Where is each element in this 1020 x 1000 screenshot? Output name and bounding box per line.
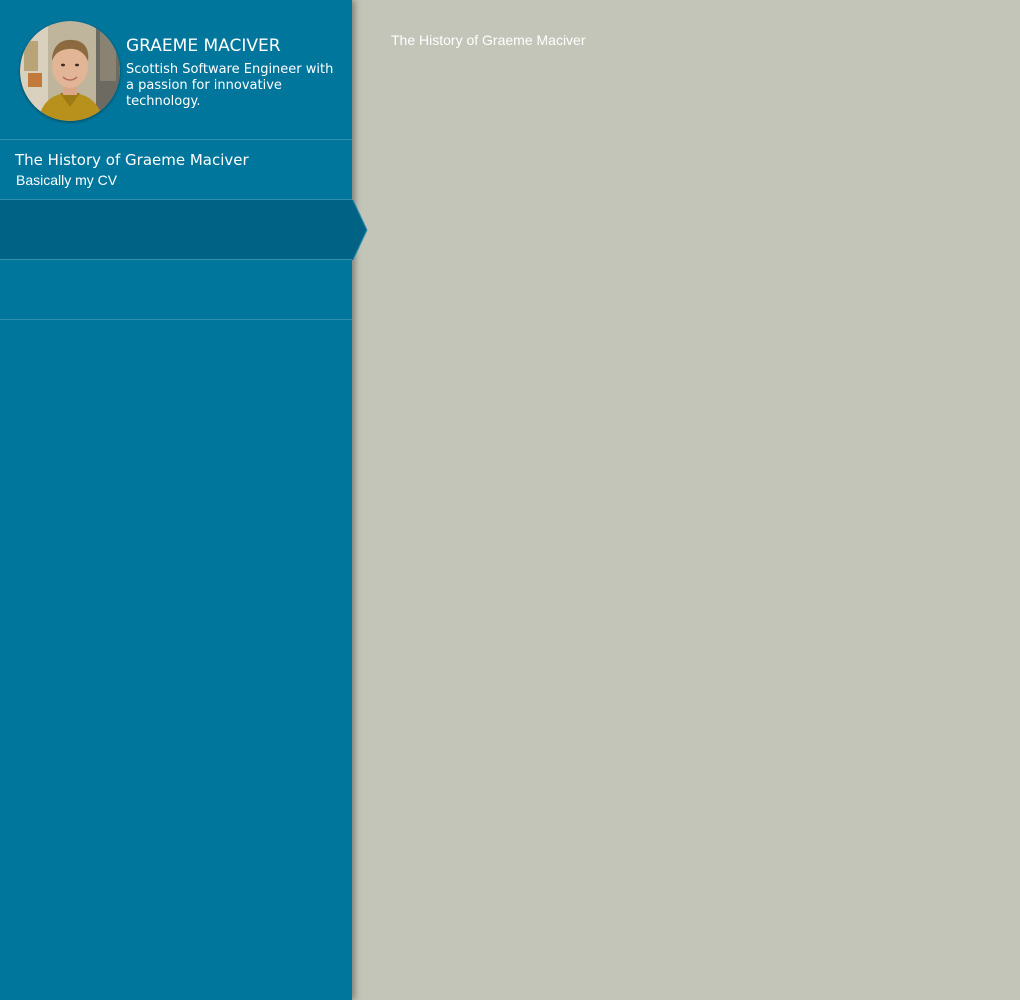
sidebar-item-subtitle: Basically my CV [16, 172, 118, 188]
main-content: The History of Graeme Maciver [352, 0, 1020, 1000]
sidebar-item-history[interactable]: The History of Graeme Maciver Basically … [0, 140, 352, 200]
profile-header: GRAEME MACIVER Scottish Software Enginee… [0, 0, 352, 140]
sidebar-item-empty[interactable] [0, 260, 352, 320]
page-title: The History of Graeme Maciver [391, 32, 586, 48]
sidebar: GRAEME MACIVER Scottish Software Enginee… [0, 0, 352, 1000]
avatar [20, 21, 120, 121]
profile-tagline: Scottish Software Engineer with a passio… [126, 62, 334, 109]
page: GRAEME MACIVER Scottish Software Enginee… [0, 0, 1020, 1000]
sidebar-item-active[interactable] [0, 200, 352, 260]
active-item-arrow-icon [352, 200, 368, 260]
profile-name: GRAEME MACIVER [126, 36, 281, 56]
profile-photo-icon [20, 21, 120, 121]
sidebar-item-title: The History of Graeme Maciver [15, 151, 249, 169]
